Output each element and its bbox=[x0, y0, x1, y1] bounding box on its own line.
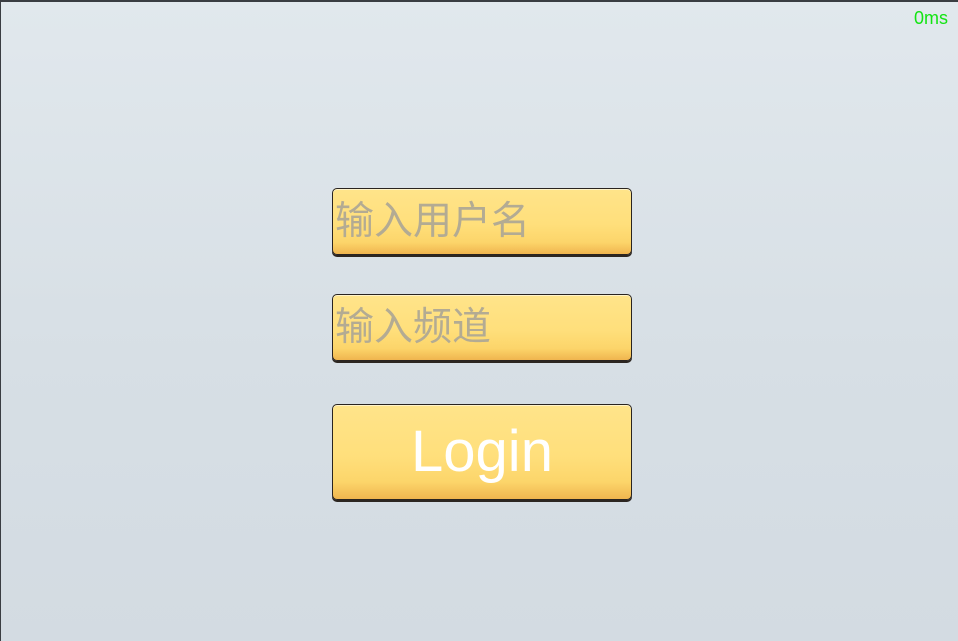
login-button-label: Login bbox=[411, 419, 553, 484]
username-placeholder: 输入用户名 bbox=[335, 198, 531, 244]
login-form: 输入用户名 输入频道 Login bbox=[332, 188, 632, 500]
latency-readout: 0ms bbox=[913, 8, 948, 28]
app-screen: 0ms 输入用户名 输入频道 Login bbox=[0, 0, 958, 641]
channel-input[interactable]: 输入频道 bbox=[332, 294, 632, 361]
username-input[interactable]: 输入用户名 bbox=[332, 188, 632, 255]
channel-placeholder: 输入频道 bbox=[335, 304, 492, 350]
login-button[interactable]: Login bbox=[332, 404, 632, 500]
